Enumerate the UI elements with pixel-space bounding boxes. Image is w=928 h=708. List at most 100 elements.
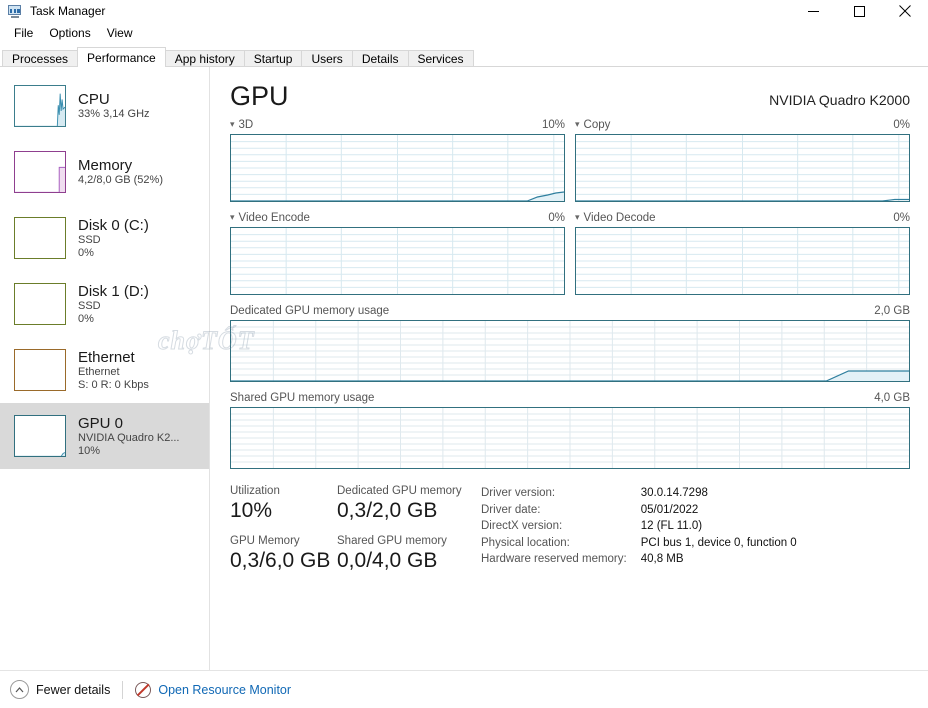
tab-strip: Processes Performance App history Startu… xyxy=(0,44,928,67)
graph-shared-memory xyxy=(230,407,910,469)
status-separator xyxy=(122,680,124,699)
window-title: Task Manager xyxy=(30,4,106,18)
info-key-driver-date: Driver date: xyxy=(481,503,541,516)
chevron-down-icon[interactable]: ▾ xyxy=(230,119,235,129)
sidebar-gpu0-title: GPU 0 xyxy=(78,414,124,432)
content-area: CPU 33% 3,14 GHz Memory 4,2/8,0 GB (52%)… xyxy=(0,67,928,671)
title-bar: Task Manager xyxy=(0,0,928,22)
task-manager-icon xyxy=(7,3,23,19)
sidebar-memory-sub: 4,2/8,0 GB (52%) xyxy=(78,174,163,187)
stat-label-utilization: Utilization xyxy=(230,485,280,497)
graph-label-shared-memory: Shared GPU memory usage 4,0 GB xyxy=(230,390,910,406)
chevron-down-icon[interactable]: ▾ xyxy=(575,119,580,129)
chevron-down-icon[interactable]: ▾ xyxy=(575,212,580,222)
sidebar-disk0-title: Disk 0 (C:) xyxy=(78,216,149,234)
gpu-stats: Utilization 10% GPU Memory 0,3/6,0 GB De… xyxy=(230,485,910,585)
stat-utilization-group: Utilization 10% GPU Memory 0,3/6,0 GB xyxy=(230,485,337,585)
sidebar-item-cpu[interactable]: CPU 33% 3,14 GHz xyxy=(0,73,209,139)
graph-value-dedicated-memory: 2,0 GB xyxy=(874,305,910,317)
graph-title-copy: Copy xyxy=(583,119,611,131)
graph-video-encode xyxy=(230,227,565,295)
tab-users[interactable]: Users xyxy=(301,50,353,66)
stat-value-shared-memory: 0,0/4,0 GB xyxy=(337,549,438,572)
gpu-detail-panel: GPU NVIDIA Quadro K2000 ▾ 3D 10% ▾ Copy … xyxy=(210,67,928,671)
graph-label-dedicated-memory: Dedicated GPU memory usage 2,0 GB xyxy=(230,303,910,319)
gpu-model-name: NVIDIA Quadro K2000 xyxy=(769,92,910,108)
sidebar-gpu0-sub2: 10% xyxy=(78,444,101,457)
memory-mini-graph xyxy=(14,151,66,193)
shared-memory-section: Shared GPU memory usage 4,0 GB xyxy=(230,390,910,469)
sidebar-gpu0-sub1: NVIDIA Quadro K2... xyxy=(78,431,180,444)
gpu0-mini-graph xyxy=(14,415,66,457)
stat-label-gpu-memory: GPU Memory xyxy=(230,535,300,547)
sidebar-item-disk0[interactable]: Disk 0 (C:) SSD 0% xyxy=(0,205,209,271)
stat-dedicated-group: Dedicated GPU memory 0,3/2,0 GB Shared G… xyxy=(337,485,477,585)
stat-label-shared-memory: Shared GPU memory xyxy=(337,535,447,547)
tab-startup[interactable]: Startup xyxy=(243,50,303,66)
status-bar: Fewer details Open Resource Monitor xyxy=(0,670,928,708)
stat-value-utilization: 10% xyxy=(230,499,273,522)
graph-value-video-decode: 0% xyxy=(893,212,910,224)
menu-options[interactable]: Options xyxy=(41,24,98,42)
sidebar-ethernet-sub2: S: 0 R: 0 Kbps xyxy=(78,378,149,391)
chevron-down-icon[interactable]: ▾ xyxy=(230,212,235,222)
graph-video-decode xyxy=(575,227,910,295)
info-row: DirectX version: 12 (FL 11.0) xyxy=(481,518,797,535)
info-value-physical-location: PCI bus 1, device 0, function 0 xyxy=(640,536,797,549)
sidebar-disk1-title: Disk 1 (D:) xyxy=(78,282,149,300)
graph-value-video-encode: 0% xyxy=(548,212,565,224)
info-key-physical-location: Physical location: xyxy=(481,536,570,549)
disk0-mini-graph xyxy=(14,217,66,259)
graph-3d xyxy=(230,134,565,202)
tab-processes[interactable]: Processes xyxy=(2,50,79,66)
info-row: Physical location: PCI bus 1, device 0, … xyxy=(481,535,797,552)
resource-monitor-icon xyxy=(135,681,152,698)
menu-file[interactable]: File xyxy=(6,24,41,42)
engine-graph-row-2: ▾ Video Encode 0% ▾ Video Decode 0% xyxy=(230,210,910,295)
graph-title-dedicated-memory: Dedicated GPU memory usage xyxy=(230,305,390,317)
info-value-driver-version: 30.0.14.7298 xyxy=(640,487,708,499)
tab-services[interactable]: Services xyxy=(407,50,474,66)
window-controls xyxy=(790,0,928,22)
menu-bar: File Options View xyxy=(0,22,928,44)
info-value-directx-version: 12 (FL 11.0) xyxy=(640,520,703,532)
engine-graph-row-1: ▾ 3D 10% ▾ Copy 0% xyxy=(230,117,910,202)
info-key-hardware-reserved: Hardware reserved memory: xyxy=(481,553,627,565)
graph-title-3d: 3D xyxy=(238,119,254,131)
resource-sidebar: CPU 33% 3,14 GHz Memory 4,2/8,0 GB (52%)… xyxy=(0,67,210,671)
sidebar-disk1-sub1: SSD xyxy=(78,299,101,312)
sidebar-cpu-sub: 33% 3,14 GHz xyxy=(78,108,150,121)
graph-dedicated-memory xyxy=(230,320,910,382)
sidebar-item-memory[interactable]: Memory 4,2/8,0 GB (52%) xyxy=(0,139,209,205)
graph-label-video-decode: ▾ Video Decode 0% xyxy=(575,210,910,226)
open-resource-monitor-link[interactable]: Open Resource Monitor xyxy=(135,681,292,698)
open-resource-monitor-label: Open Resource Monitor xyxy=(158,682,292,697)
sidebar-disk1-sub2: 0% xyxy=(78,312,94,325)
graph-value-shared-memory: 4,0 GB xyxy=(874,392,910,404)
sidebar-item-disk1[interactable]: Disk 1 (D:) SSD 0% xyxy=(0,271,209,337)
graph-label-video-encode: ▾ Video Encode 0% xyxy=(230,210,565,226)
graph-copy xyxy=(575,134,910,202)
menu-view[interactable]: View xyxy=(99,24,141,42)
tab-app-history[interactable]: App history xyxy=(164,50,245,66)
stat-label-dedicated-memory: Dedicated GPU memory xyxy=(337,485,462,497)
close-button[interactable] xyxy=(882,0,928,22)
stat-value-dedicated-memory: 0,3/2,0 GB xyxy=(337,499,438,522)
maximize-button[interactable] xyxy=(836,0,882,22)
tab-performance[interactable]: Performance xyxy=(77,47,166,67)
sidebar-item-ethernet[interactable]: Ethernet Ethernet S: 0 R: 0 Kbps xyxy=(0,337,209,403)
ethernet-mini-graph xyxy=(14,349,66,391)
dedicated-memory-section: Dedicated GPU memory usage 2,0 GB xyxy=(230,303,910,382)
graph-title-shared-memory: Shared GPU memory usage xyxy=(230,392,375,404)
graph-label-3d: ▾ 3D 10% xyxy=(230,117,565,133)
minimize-button[interactable] xyxy=(790,0,836,22)
page-title: GPU xyxy=(230,81,289,111)
fewer-details-button[interactable]: Fewer details xyxy=(10,680,110,699)
tab-details[interactable]: Details xyxy=(351,50,409,66)
info-key-driver-version: Driver version: xyxy=(481,487,556,499)
sidebar-item-gpu0[interactable]: GPU 0 NVIDIA Quadro K2... 10% xyxy=(0,403,209,469)
graph-title-video-encode: Video Encode xyxy=(238,212,310,224)
cpu-mini-graph xyxy=(14,85,66,127)
stat-value-gpu-memory: 0,3/6,0 GB xyxy=(230,549,331,572)
chevron-up-circle-icon xyxy=(10,680,29,699)
